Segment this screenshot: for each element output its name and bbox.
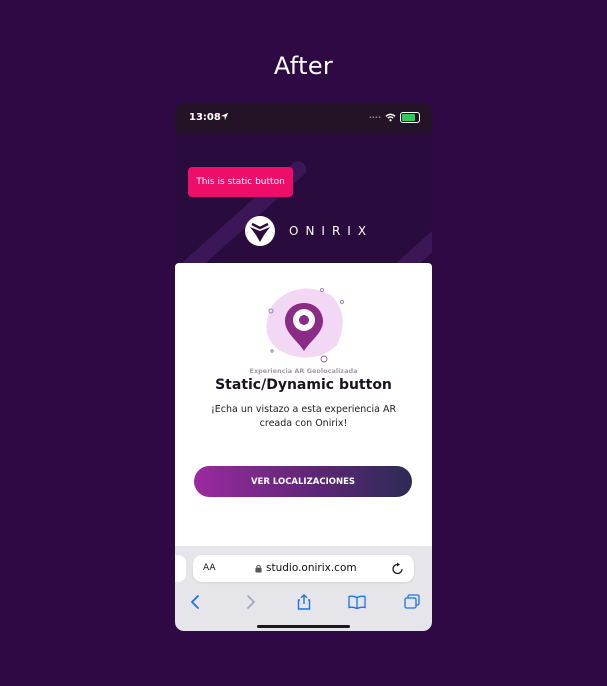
page-heading: After [273, 52, 334, 80]
card-subtitle: Experiencia AR Geolocalizada [249, 367, 358, 375]
status-bar: 13:08 ···· [175, 103, 432, 133]
tabs-icon[interactable] [403, 594, 421, 610]
home-indicator [257, 625, 350, 628]
back-icon[interactable] [187, 594, 205, 610]
static-button[interactable]: This is static button [188, 167, 293, 197]
reload-icon[interactable] [392, 562, 404, 575]
wifi-icon [385, 113, 396, 122]
previous-tab-peek[interactable] [175, 555, 186, 582]
view-locations-button[interactable]: VER LOCALIZACIONES [194, 466, 412, 497]
lock-icon [255, 564, 262, 573]
brand-name: ONIRIX [289, 224, 374, 238]
bookmarks-icon[interactable] [348, 594, 366, 610]
phone-screenshot: 13:08 ···· This is static button ONIRIX … [175, 103, 432, 631]
signal-icon: ···· [368, 113, 381, 122]
forward-icon[interactable] [241, 594, 259, 610]
status-time: 13:08 [189, 112, 221, 123]
hero-banner: This is static button ONIRIX [175, 133, 432, 263]
browser-toolbar: AA studio.onirix.com [175, 546, 432, 631]
map-pin-icon [266, 288, 344, 363]
card-description: ¡Echa un vistazo a esta experiencia AR c… [210, 404, 397, 429]
location-arrow-icon [220, 112, 229, 121]
battery-icon [400, 112, 420, 123]
address-bar[interactable]: AA studio.onirix.com [193, 555, 414, 582]
experience-card: Experiencia AR Geolocalizada Static/Dyna… [175, 263, 432, 553]
onirix-logo-icon [245, 216, 275, 246]
text-size-button[interactable]: AA [203, 563, 216, 573]
url-text[interactable]: studio.onirix.com [266, 562, 357, 574]
share-icon[interactable] [295, 594, 313, 610]
card-title: Static/Dynamic button [215, 377, 392, 393]
onirix-logo: ONIRIX [243, 215, 373, 247]
status-indicators: ···· [369, 112, 420, 123]
